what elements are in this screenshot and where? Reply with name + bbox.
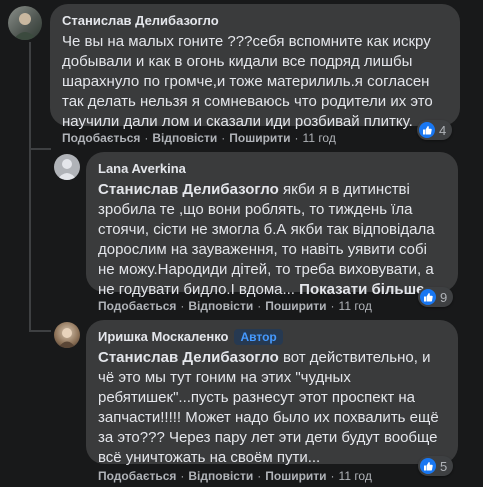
timestamp[interactable]: 11 год — [303, 131, 336, 145]
comment-bubble: Станислав Делибазогло Че вы на малых гон… — [50, 4, 460, 130]
thread-line — [29, 42, 31, 332]
reply-button[interactable]: Відповісти — [188, 469, 253, 483]
timestamp[interactable]: 11 год — [339, 469, 372, 483]
comment-author[interactable]: Lana Averkina — [98, 161, 186, 177]
like-button[interactable]: Подобається — [98, 299, 176, 313]
thread-line-branch-1 — [29, 148, 51, 150]
reaction-count: 5 — [440, 458, 448, 474]
comment-bubble: Иришка Москаленко Автор Станислав Делибаз… — [86, 320, 458, 466]
thread-line-branch-2 — [29, 330, 51, 332]
comment-body: Станислав Делибазогло якби я в дитинстві… — [98, 180, 446, 300]
avatar[interactable] — [54, 322, 80, 348]
like-button[interactable]: Подобається — [98, 469, 176, 483]
comment-author[interactable]: Станислав Делибазогло — [62, 13, 219, 29]
comment-text: Че вы на малых гоните ???себя вспомните … — [62, 33, 433, 130]
share-button[interactable]: Поширити — [229, 131, 290, 145]
share-button[interactable]: Поширити — [265, 469, 326, 483]
comment-author[interactable]: Иришка Москаленко — [98, 329, 228, 345]
mention-link[interactable]: Станислав Делибазогло — [98, 181, 279, 198]
reaction-count-badge[interactable]: 4 — [417, 120, 453, 140]
like-icon — [419, 122, 435, 138]
comment-body: Станислав Делибазогло вот действительно,… — [98, 348, 446, 468]
comment-bubble: Lana Averkina Станислав Делибазогло якби… — [86, 152, 458, 298]
show-more-link[interactable]: Показати більше — [299, 281, 424, 298]
reaction-count-badge[interactable]: 9 — [418, 287, 454, 307]
comment-text: вот действительно, и чё это мы тут гоним… — [98, 349, 439, 466]
like-button[interactable]: Подобається — [62, 131, 140, 145]
avatar[interactable] — [8, 6, 42, 40]
avatar[interactable] — [54, 154, 80, 180]
author-badge: Автор — [234, 329, 283, 345]
avatar-placeholder-icon — [57, 159, 77, 180]
like-icon — [420, 458, 436, 474]
share-button[interactable]: Поширити — [265, 299, 326, 313]
comment-actions: Подобається · Відповісти · Поширити · 11 год — [62, 131, 336, 145]
mention-link[interactable]: Станислав Делибазогло — [98, 349, 279, 366]
comment-actions: Подобається · Відповісти · Поширити · 11 год — [98, 469, 372, 483]
comment-actions: Подобається · Відповісти · Поширити · 11 год — [98, 299, 372, 313]
reply-button[interactable]: Відповісти — [152, 131, 217, 145]
reaction-count-badge[interactable]: 5 — [418, 456, 454, 476]
reaction-count: 9 — [440, 289, 448, 305]
reaction-count: 4 — [439, 122, 447, 138]
like-icon — [420, 289, 436, 305]
timestamp[interactable]: 11 год — [339, 299, 372, 313]
reply-button[interactable]: Відповісти — [188, 299, 253, 313]
